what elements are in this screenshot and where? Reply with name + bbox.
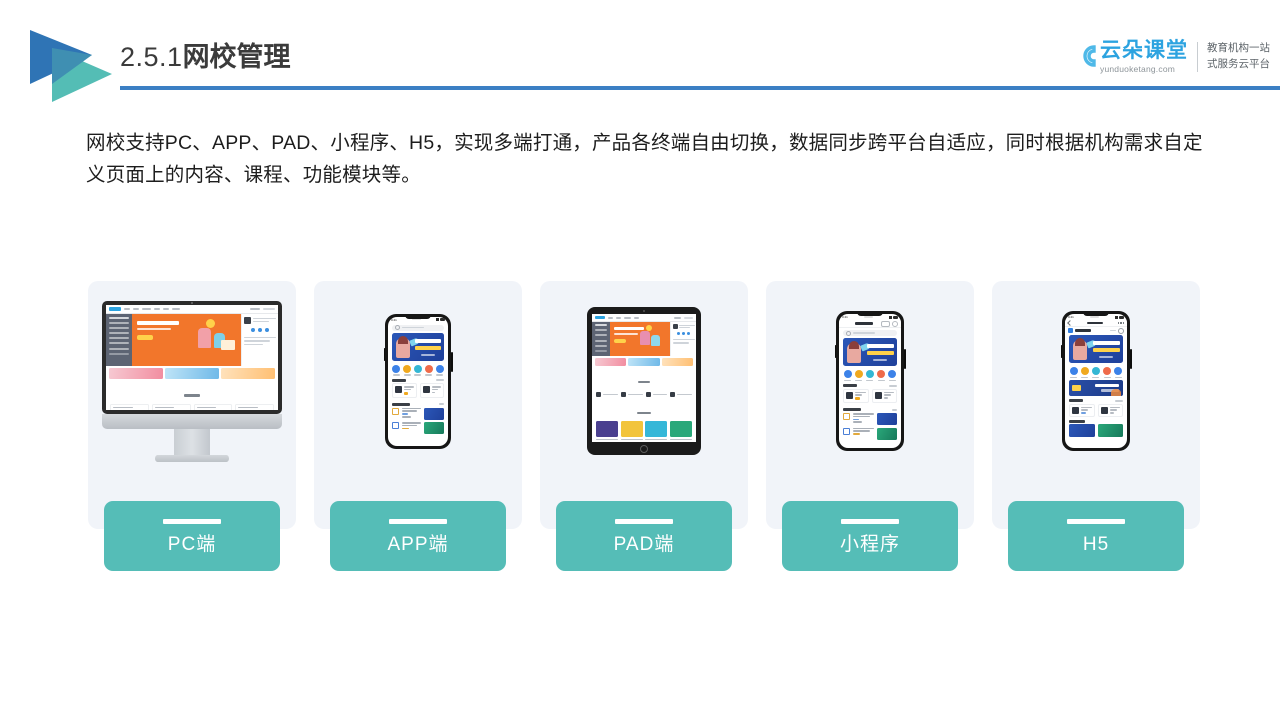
tablet-device bbox=[587, 307, 701, 455]
brand-tagline: 教育机构一站 式服务云平台 bbox=[1207, 41, 1270, 73]
phone-notch bbox=[1083, 311, 1109, 316]
home-button-icon bbox=[640, 445, 648, 453]
tablet-screen bbox=[592, 314, 696, 442]
platform-label-text: PC端 bbox=[167, 533, 217, 555]
platform-label-button-pad[interactable]: PAD端 bbox=[556, 501, 732, 571]
platform-label-button-app[interactable]: APP端 bbox=[330, 501, 506, 571]
volume-button-icon bbox=[383, 347, 385, 361]
platform-label-button-miniprogram[interactable]: 小程序 bbox=[782, 501, 958, 571]
phone-device: 9:41 bbox=[1060, 311, 1132, 451]
platform-card-miniprogram[interactable]: 9:41 小程序 bbox=[766, 281, 974, 571]
browser-title-bar bbox=[1065, 320, 1127, 327]
volume-button-icon bbox=[834, 345, 836, 358]
phone-device: 9:41 bbox=[834, 311, 906, 451]
phone-device: 9:41 bbox=[383, 313, 453, 449]
phone-screen: 9:41 bbox=[839, 314, 901, 448]
platform-card-row: PC端 9:41 APP端 PAD端 9:41 小程序 9:41 H5 bbox=[88, 281, 1200, 571]
label-accent-bar bbox=[163, 518, 221, 524]
tablet-illustration bbox=[540, 281, 748, 481]
power-button-icon bbox=[904, 349, 906, 369]
platform-card-pad[interactable]: PAD端 bbox=[540, 281, 748, 571]
slide-header: 2.5.1网校管理 云朵课堂 yunduoketang.com 教育机构一站 式… bbox=[0, 0, 1280, 110]
body-paragraph: 网校支持PC、APP、PAD、小程序、H5，实现多端打通，产品各终端自由切换，数… bbox=[86, 132, 1203, 186]
brand-name-en: yunduoketang.com bbox=[1100, 63, 1176, 74]
phone-notch bbox=[857, 311, 883, 316]
title-underline-rule bbox=[120, 86, 1280, 90]
label-accent-bar bbox=[1067, 518, 1125, 524]
phone-screen: 9:41 bbox=[388, 316, 448, 446]
platform-label-button-h5[interactable]: H5 bbox=[1008, 501, 1184, 571]
play-triangle-logo-icon bbox=[26, 28, 112, 104]
miniprogram-capsule-bar bbox=[839, 320, 901, 328]
site-brand-bar bbox=[1065, 327, 1127, 334]
phone-screen: 9:41 bbox=[1065, 314, 1127, 448]
platform-label-button-pc[interactable]: PC端 bbox=[104, 501, 280, 571]
page-title-number: 2.5.1 bbox=[120, 42, 183, 72]
smartphone-illustration-app: 9:41 bbox=[314, 281, 522, 481]
label-accent-bar bbox=[389, 518, 447, 524]
cloud-icon bbox=[1070, 38, 1104, 72]
brand-logo: 云朵课堂 yunduoketang.com 教育机构一站 式服务云平台 bbox=[1070, 34, 1270, 80]
front-camera-icon bbox=[643, 310, 645, 312]
label-accent-bar bbox=[615, 518, 673, 524]
imac-device bbox=[102, 300, 282, 462]
platform-label-text: 小程序 bbox=[839, 533, 900, 555]
label-accent-bar bbox=[841, 518, 899, 524]
phone-notch bbox=[405, 313, 431, 319]
volume-button-icon bbox=[1060, 345, 1062, 358]
smartphone-illustration-miniprogram: 9:41 bbox=[766, 281, 974, 481]
platform-label-text: H5 bbox=[1082, 533, 1110, 555]
platform-label-text: PAD端 bbox=[613, 533, 675, 555]
page-title: 2.5.1网校管理 bbox=[120, 44, 291, 71]
brand-names: 云朵课堂 yunduoketang.com bbox=[1100, 39, 1188, 74]
brand-tagline-line1: 教育机构一站 bbox=[1207, 42, 1270, 55]
power-button-icon bbox=[1130, 349, 1132, 369]
monitor-chin bbox=[102, 413, 282, 429]
monitor-screen bbox=[106, 304, 278, 410]
platform-card-pc[interactable]: PC端 bbox=[88, 281, 296, 571]
platform-label-text: APP端 bbox=[387, 533, 449, 555]
brand-divider bbox=[1197, 42, 1198, 72]
monitor-stand-foot bbox=[155, 454, 229, 462]
brand-name-cn: 云朵课堂 bbox=[1100, 39, 1188, 63]
monitor-stand-neck bbox=[174, 428, 210, 455]
power-button-icon bbox=[451, 351, 453, 372]
page-title-main: 网校管理 bbox=[182, 42, 291, 72]
brand-tagline-line2: 式服务云平台 bbox=[1207, 58, 1270, 70]
desktop-monitor-illustration bbox=[88, 281, 296, 481]
smartphone-illustration-h5: 9:41 bbox=[992, 281, 1200, 481]
platform-card-app[interactable]: 9:41 APP端 bbox=[314, 281, 522, 571]
platform-card-h5[interactable]: 9:41 H5 bbox=[992, 281, 1200, 571]
